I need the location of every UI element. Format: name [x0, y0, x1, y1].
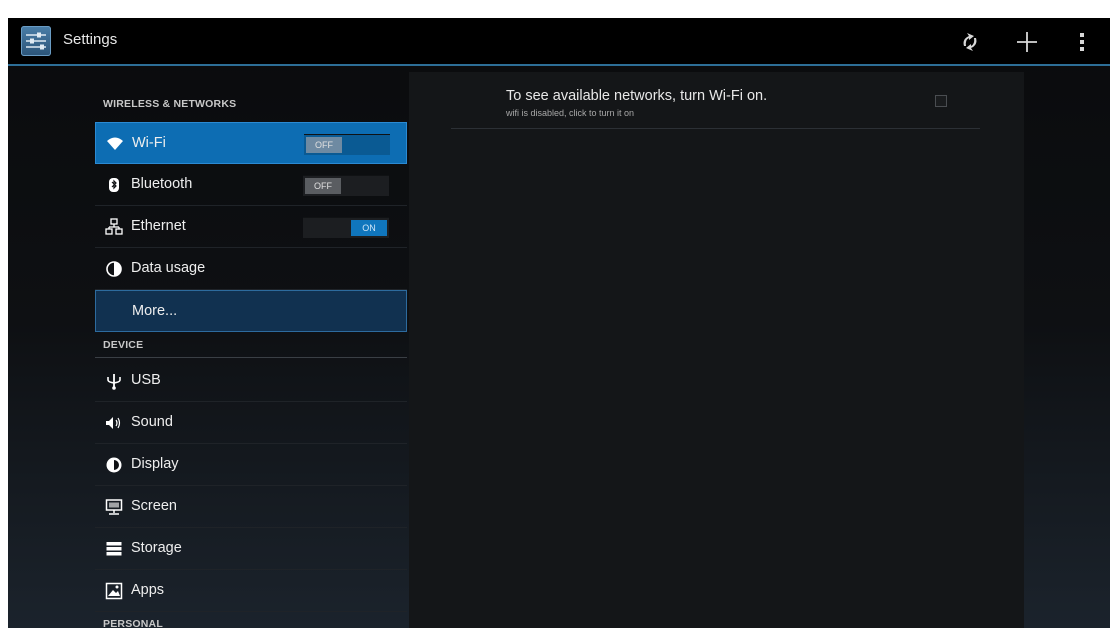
usb-icon [105, 372, 123, 390]
section-header-device: DEVICE [95, 334, 407, 358]
ethernet-toggle-state: ON [351, 220, 387, 236]
apps-label: Apps [131, 582, 165, 598]
speaker-icon [105, 414, 123, 432]
more-label: More... [132, 303, 178, 319]
ethernet-toggle[interactable]: ON [303, 217, 389, 238]
data-usage-icon [105, 260, 123, 278]
action-bar: Settings [8, 18, 1110, 66]
wifi-label: Wi-Fi [132, 135, 166, 151]
list-item-data-usage[interactable]: Data usage [95, 248, 407, 290]
wifi-toggle-state: OFF [306, 137, 342, 153]
screen-label: Screen [131, 498, 177, 514]
ethernet-icon [105, 218, 123, 236]
apps-icon [105, 582, 123, 600]
list-item-display[interactable]: Display [95, 444, 407, 486]
divider [451, 128, 980, 129]
usb-label: USB [131, 372, 161, 388]
sync-icon[interactable] [956, 28, 984, 56]
settings-sliders-icon[interactable] [21, 26, 51, 56]
wifi-off-hint: wifi is disabled, click to turn it on [506, 108, 635, 118]
bluetooth-toggle[interactable]: OFF [303, 175, 389, 196]
section-header-wireless: WIRELESS & NETWORKS [103, 98, 237, 110]
storage-label: Storage [131, 540, 182, 556]
monitor-icon [105, 498, 123, 516]
bluetooth-toggle-state: OFF [305, 178, 341, 194]
storage-icon [105, 540, 123, 558]
list-item-apps[interactable]: Apps [95, 570, 407, 612]
overflow-menu-icon[interactable] [1068, 28, 1096, 56]
list-item-bluetooth[interactable]: Bluetooth OFF [95, 164, 407, 206]
bluetooth-icon [105, 176, 123, 194]
list-item-screen[interactable]: Screen [95, 486, 407, 528]
wifi-enable-checkbox[interactable] [935, 95, 947, 107]
settings-screen: Settings WIRELESS & NETWORKS Wi-Fi OFF B… [8, 18, 1110, 628]
wifi-toggle[interactable]: OFF [304, 134, 390, 155]
wifi-detail-panel: To see available networks, turn Wi-Fi on… [409, 72, 1024, 628]
section-header-personal: PERSONAL [103, 618, 163, 628]
add-icon[interactable] [1013, 28, 1041, 56]
list-item-ethernet[interactable]: Ethernet ON [95, 206, 407, 248]
bluetooth-label: Bluetooth [131, 176, 193, 192]
app-title: Settings [63, 31, 118, 48]
data-usage-label: Data usage [131, 260, 206, 276]
list-item-more[interactable]: More... [95, 290, 407, 332]
display-label: Display [131, 456, 179, 472]
list-item-sound[interactable]: Sound [95, 402, 407, 444]
sound-label: Sound [131, 414, 173, 430]
settings-list: WIRELESS & NETWORKS Wi-Fi OFF Bluetooth [95, 68, 407, 628]
display-brightness-icon [105, 456, 123, 474]
wifi-off-message[interactable]: To see available networks, turn Wi-Fi on… [506, 88, 767, 104]
list-item-storage[interactable]: Storage [95, 528, 407, 570]
list-item-wifi[interactable]: Wi-Fi OFF [95, 122, 407, 164]
list-item-usb[interactable]: USB [95, 360, 407, 402]
ethernet-label: Ethernet [131, 218, 186, 234]
wifi-icon [106, 135, 124, 153]
